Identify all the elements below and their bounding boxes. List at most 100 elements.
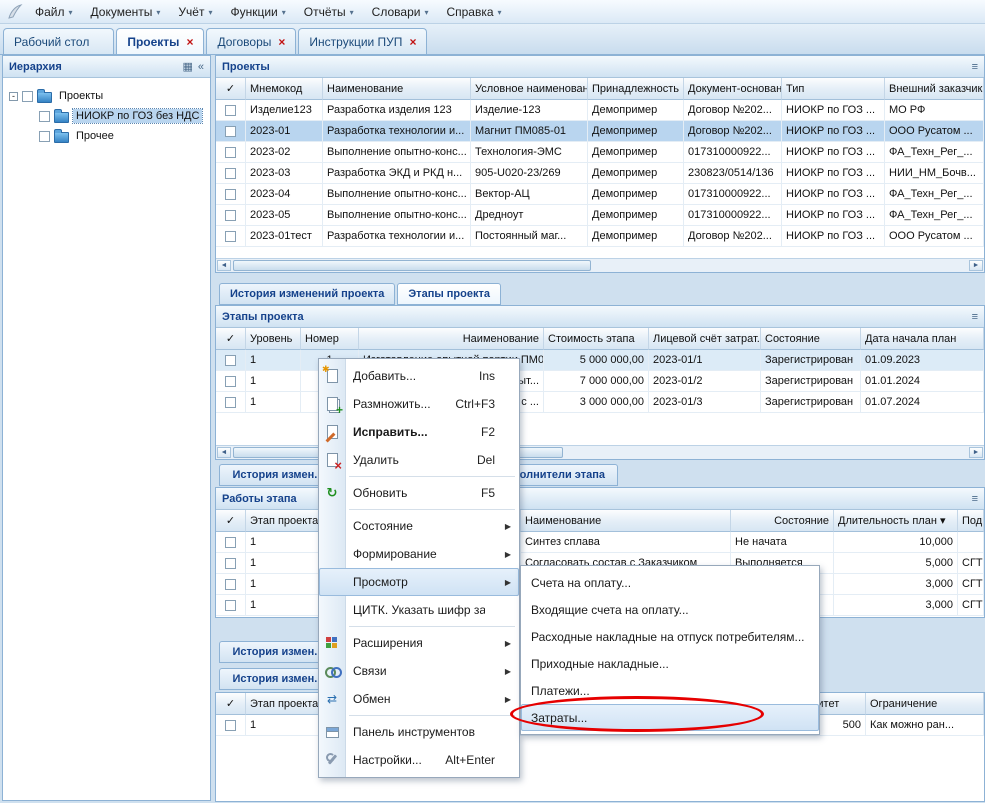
submenu-item[interactable]: Входящие счета на оплату... bbox=[521, 596, 819, 623]
context-menu-item[interactable]: ЦИТК. Указать шифр затрат... ▶ bbox=[319, 596, 519, 624]
row-checkbox-cell[interactable] bbox=[216, 100, 246, 121]
detail-tab[interactable]: Этапы проекта bbox=[397, 283, 501, 305]
row-checkbox[interactable] bbox=[225, 720, 236, 731]
menubar-item[interactable]: Словари ▾ bbox=[363, 0, 438, 23]
scroll-right-icon[interactable]: ► bbox=[969, 447, 983, 458]
column-header[interactable]: Стоимость этапа bbox=[544, 328, 649, 350]
tree-checkbox[interactable] bbox=[39, 111, 50, 122]
context-menu-item[interactable]: Панель инструментов ▶ bbox=[319, 718, 519, 746]
workspace-tab[interactable]: Проекты × bbox=[116, 28, 204, 54]
row-checkbox[interactable] bbox=[225, 168, 236, 179]
workspace-tab[interactable]: Договоры × bbox=[206, 28, 296, 54]
scroll-left-icon[interactable]: ◄ bbox=[217, 260, 231, 271]
column-header[interactable]: Внешний заказчик bbox=[885, 78, 984, 100]
panel-menu-icon[interactable]: ≡ bbox=[972, 61, 978, 73]
column-header[interactable]: Тип bbox=[782, 78, 885, 100]
context-menu-item[interactable]: Добавить... Ins ▶ bbox=[319, 362, 519, 390]
row-checkbox[interactable] bbox=[225, 355, 236, 366]
context-menu-item[interactable]: Обмен ▶ bbox=[319, 685, 519, 713]
table-row[interactable]: 2023-04 Выполнение опытно-конс... Вектор… bbox=[216, 184, 984, 205]
column-header[interactable]: Наименование bbox=[323, 78, 471, 100]
column-header[interactable]: Документ-основание bbox=[684, 78, 782, 100]
scroll-right-icon[interactable]: ► bbox=[969, 260, 983, 271]
row-checkbox-cell[interactable] bbox=[216, 350, 246, 371]
row-checkbox-cell[interactable] bbox=[216, 226, 246, 247]
context-menu-item[interactable]: Связи ▶ bbox=[319, 657, 519, 685]
close-icon[interactable]: × bbox=[409, 36, 416, 48]
menubar-item[interactable]: Учёт ▾ bbox=[169, 0, 221, 23]
column-header[interactable]: Номер bbox=[301, 328, 359, 350]
column-header[interactable]: Принадлежность bbox=[588, 78, 684, 100]
select-all-header[interactable]: ✓ bbox=[216, 510, 246, 532]
tree-item-label[interactable]: Прочее bbox=[73, 129, 117, 143]
table-row[interactable]: 2023-01тест Разработка технологии и... П… bbox=[216, 226, 984, 247]
close-icon[interactable]: × bbox=[278, 36, 285, 48]
submenu-item[interactable]: Расходные накладные на отпуск потребител… bbox=[521, 623, 819, 650]
select-all-header[interactable]: ✓ bbox=[216, 78, 246, 100]
row-checkbox[interactable] bbox=[225, 189, 236, 200]
submenu-item[interactable]: Счета на оплату... bbox=[521, 569, 819, 596]
tree-checkbox[interactable] bbox=[22, 91, 33, 102]
row-checkbox-cell[interactable] bbox=[216, 121, 246, 142]
table-row[interactable]: 2023-03 Разработка ЭКД и РКД н... 905-U0… bbox=[216, 163, 984, 184]
column-header[interactable]: Состояние bbox=[761, 328, 861, 350]
horizontal-scrollbar[interactable]: ◄ ► bbox=[216, 258, 984, 272]
column-header[interactable]: Условное наименование bbox=[471, 78, 588, 100]
tree-item[interactable]: - Проекты bbox=[6, 86, 207, 106]
select-all-header[interactable]: ✓ bbox=[216, 328, 246, 350]
search-grid-icon[interactable]: ▦ bbox=[182, 60, 192, 73]
workspace-tab[interactable]: Инструкции ПУП × bbox=[298, 28, 427, 54]
panel-menu-icon[interactable]: ≡ bbox=[972, 493, 978, 505]
context-menu-item[interactable]: Настройки... Alt+Enter ▶ bbox=[319, 746, 519, 774]
context-menu-item[interactable]: Исправить... F2 ▶ bbox=[319, 418, 519, 446]
close-icon[interactable]: × bbox=[186, 36, 193, 48]
context-menu-item[interactable]: Состояние ▶ bbox=[319, 512, 519, 540]
menubar-item[interactable]: Файл ▾ bbox=[26, 0, 82, 23]
row-checkbox-cell[interactable] bbox=[216, 715, 246, 736]
column-header[interactable]: Состояние bbox=[731, 510, 834, 532]
tree-item-label[interactable]: НИОКР по ГОЗ без НДС bbox=[73, 109, 202, 123]
row-checkbox[interactable] bbox=[225, 210, 236, 221]
tree-item-label[interactable]: Проекты bbox=[56, 89, 106, 103]
row-checkbox-cell[interactable] bbox=[216, 392, 246, 413]
row-checkbox[interactable] bbox=[225, 600, 236, 611]
menubar-item[interactable]: Отчёты ▾ bbox=[295, 0, 363, 23]
workspace-tab[interactable]: Рабочий стол × bbox=[3, 28, 114, 54]
scroll-thumb[interactable] bbox=[233, 260, 591, 271]
row-checkbox-cell[interactable] bbox=[216, 184, 246, 205]
column-header[interactable]: Подр bbox=[958, 510, 984, 532]
row-checkbox[interactable] bbox=[225, 126, 236, 137]
context-menu-item[interactable]: Формирование ▶ bbox=[319, 540, 519, 568]
row-checkbox-cell[interactable] bbox=[216, 371, 246, 392]
column-header[interactable]: Дата начала план bbox=[861, 328, 984, 350]
row-checkbox-cell[interactable] bbox=[216, 595, 246, 616]
collapse-panel-icon[interactable]: « bbox=[198, 61, 204, 73]
row-checkbox[interactable] bbox=[225, 147, 236, 158]
column-header[interactable]: Ограничение bbox=[866, 693, 984, 715]
menubar-item[interactable]: Документы ▾ bbox=[82, 0, 170, 23]
table-row[interactable]: 2023-01 Разработка технологии и... Магни… bbox=[216, 121, 984, 142]
select-all-header[interactable]: ✓ bbox=[216, 693, 246, 715]
column-header[interactable]: Наименование bbox=[359, 328, 544, 350]
scroll-left-icon[interactable]: ◄ bbox=[217, 447, 231, 458]
row-checkbox-cell[interactable] bbox=[216, 142, 246, 163]
row-checkbox[interactable] bbox=[225, 558, 236, 569]
column-header[interactable]: Уровень bbox=[246, 328, 301, 350]
panel-menu-icon[interactable]: ≡ bbox=[972, 311, 978, 323]
menubar-item[interactable]: Справка ▾ bbox=[437, 0, 510, 23]
column-header[interactable]: Мнемокод bbox=[246, 78, 323, 100]
row-checkbox-cell[interactable] bbox=[216, 553, 246, 574]
tree-item[interactable]: - НИОКР по ГОЗ без НДС bbox=[6, 106, 207, 126]
tree-checkbox[interactable] bbox=[39, 131, 50, 142]
table-row[interactable]: 2023-05 Выполнение опытно-конс... Дредно… bbox=[216, 205, 984, 226]
row-checkbox[interactable] bbox=[225, 231, 236, 242]
detail-tab[interactable]: История изменений проекта bbox=[219, 283, 395, 305]
row-checkbox[interactable] bbox=[225, 397, 236, 408]
row-checkbox[interactable] bbox=[225, 105, 236, 116]
context-menu-item[interactable]: Размножить... Ctrl+F3 ▶ bbox=[319, 390, 519, 418]
menubar-item[interactable]: Функции ▾ bbox=[221, 0, 294, 23]
context-menu-item[interactable]: Обновить F5 ▶ bbox=[319, 479, 519, 507]
column-header[interactable]: Наименование bbox=[521, 510, 731, 532]
submenu-item[interactable]: Приходные накладные... bbox=[521, 650, 819, 677]
context-menu-item[interactable]: Просмотр ▶ bbox=[319, 568, 519, 596]
